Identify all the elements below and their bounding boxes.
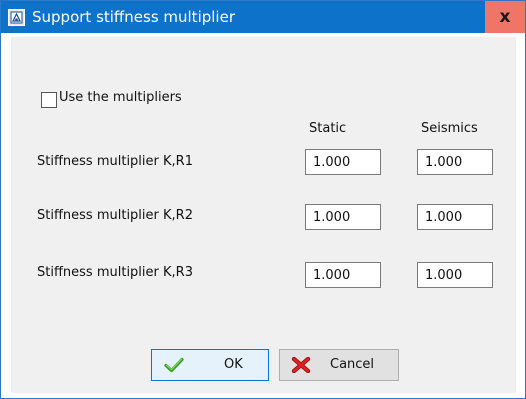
- column-header-seismics: Seismics: [421, 121, 478, 136]
- static-field-r3[interactable]: [305, 262, 381, 288]
- use-multipliers-checkbox[interactable]: [41, 92, 57, 108]
- checkmark-icon: [164, 357, 184, 373]
- red-x-icon: [291, 357, 311, 373]
- close-icon: x: [499, 7, 511, 27]
- window-title: Support stiffness multiplier: [32, 8, 235, 26]
- ok-button[interactable]: OK: [151, 349, 269, 381]
- close-button[interactable]: x: [485, 1, 525, 33]
- dialog-content: Use the multipliers Static Seismics Stif…: [11, 37, 516, 393]
- row-label-r2: Stiffness multiplier K,R2: [37, 208, 193, 223]
- app-icon: [8, 9, 25, 26]
- column-header-static: Static: [309, 121, 347, 136]
- static-field-r1[interactable]: [305, 149, 381, 175]
- row-label-r1: Stiffness multiplier K,R1: [37, 154, 193, 169]
- seismics-field-r3[interactable]: [417, 262, 493, 288]
- static-field-r2[interactable]: [305, 204, 381, 230]
- title-bar[interactable]: Support stiffness multiplier x: [1, 1, 525, 33]
- cancel-button[interactable]: Cancel: [279, 349, 399, 381]
- cancel-button-label: Cancel: [330, 357, 375, 372]
- use-multipliers-label[interactable]: Use the multipliers: [59, 90, 182, 105]
- ok-button-label: OK: [224, 357, 243, 372]
- seismics-field-r1[interactable]: [417, 149, 493, 175]
- dialog-window: Support stiffness multiplier x Use the m…: [0, 0, 526, 399]
- row-label-r3: Stiffness multiplier K,R3: [37, 265, 193, 280]
- seismics-field-r2[interactable]: [417, 204, 493, 230]
